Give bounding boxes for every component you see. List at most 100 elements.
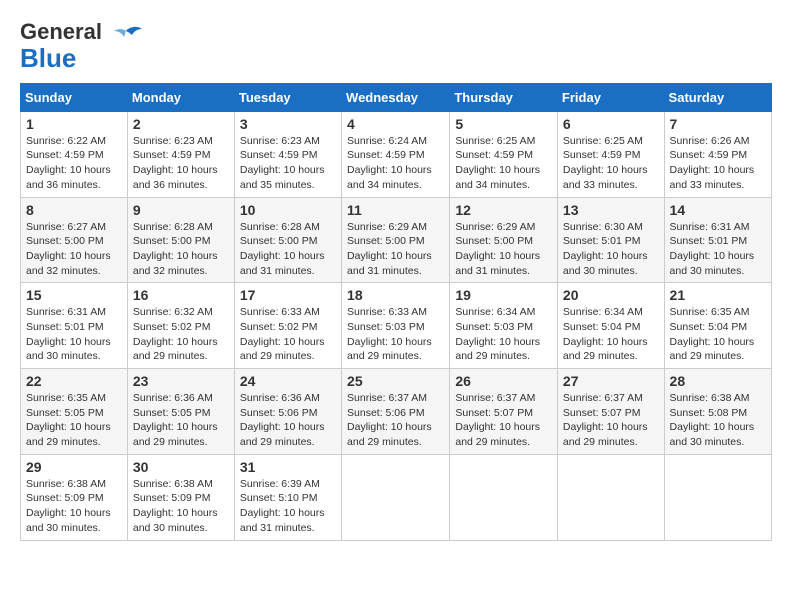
calendar-header-thursday: Thursday (450, 83, 558, 111)
day-number: 13 (563, 202, 659, 218)
calendar-cell: 15 Sunrise: 6:31 AMSunset: 5:01 PMDayligh… (21, 283, 128, 369)
calendar-cell: 25 Sunrise: 6:37 AMSunset: 5:06 PMDayligh… (342, 369, 450, 455)
day-number: 7 (670, 116, 766, 132)
day-number: 17 (240, 287, 336, 303)
calendar-cell: 17 Sunrise: 6:33 AMSunset: 5:02 PMDayligh… (234, 283, 341, 369)
calendar-header-saturday: Saturday (664, 83, 771, 111)
calendar-week-row: 29 Sunrise: 6:38 AMSunset: 5:09 PMDayligh… (21, 454, 772, 540)
calendar-cell: 3 Sunrise: 6:23 AMSunset: 4:59 PMDaylight… (234, 111, 341, 197)
day-info: Sunrise: 6:28 AMSunset: 5:00 PMDaylight:… (240, 220, 336, 279)
calendar-cell: 7 Sunrise: 6:26 AMSunset: 4:59 PMDaylight… (664, 111, 771, 197)
calendar-cell (557, 454, 664, 540)
day-info: Sunrise: 6:33 AMSunset: 5:02 PMDaylight:… (240, 305, 336, 364)
day-info: Sunrise: 6:29 AMSunset: 5:00 PMDaylight:… (455, 220, 552, 279)
day-info: Sunrise: 6:38 AMSunset: 5:09 PMDaylight:… (26, 477, 122, 536)
day-number: 1 (26, 116, 122, 132)
day-info: Sunrise: 6:32 AMSunset: 5:02 PMDaylight:… (133, 305, 229, 364)
day-number: 16 (133, 287, 229, 303)
calendar-cell: 30 Sunrise: 6:38 AMSunset: 5:09 PMDayligh… (127, 454, 234, 540)
calendar-cell: 16 Sunrise: 6:32 AMSunset: 5:02 PMDayligh… (127, 283, 234, 369)
calendar-cell: 22 Sunrise: 6:35 AMSunset: 5:05 PMDayligh… (21, 369, 128, 455)
calendar-cell: 14 Sunrise: 6:31 AMSunset: 5:01 PMDayligh… (664, 197, 771, 283)
day-number: 31 (240, 459, 336, 475)
calendar-cell: 6Sunrise: 6:25 AMSunset: 4:59 PMDaylight… (557, 111, 664, 197)
day-info: Sunrise: 6:31 AMSunset: 5:01 PMDaylight:… (670, 220, 766, 279)
day-number: 21 (670, 287, 766, 303)
day-number: 14 (670, 202, 766, 218)
day-number: 3 (240, 116, 336, 132)
day-number: 26 (455, 373, 552, 389)
day-info: Sunrise: 6:37 AMSunset: 5:07 PMDaylight:… (563, 391, 659, 450)
calendar-cell: 19 Sunrise: 6:34 AMSunset: 5:03 PMDayligh… (450, 283, 558, 369)
day-info: Sunrise: 6:28 AMSunset: 5:00 PMDaylight:… (133, 220, 229, 279)
day-info: Sunrise: 6:35 AMSunset: 5:05 PMDaylight:… (26, 391, 122, 450)
day-info: Sunrise: 6:25 AMSunset: 4:59 PMDaylight:… (563, 134, 659, 193)
day-number: 29 (26, 459, 122, 475)
day-number: 23 (133, 373, 229, 389)
day-number: 11 (347, 202, 444, 218)
day-info: Sunrise: 6:26 AMSunset: 4:59 PMDaylight:… (670, 134, 766, 193)
calendar-header-wednesday: Wednesday (342, 83, 450, 111)
day-info: Sunrise: 6:34 AMSunset: 5:03 PMDaylight:… (455, 305, 552, 364)
calendar-cell: 12 Sunrise: 6:29 AMSunset: 5:00 PMDayligh… (450, 197, 558, 283)
calendar-week-row: 8Sunrise: 6:27 AMSunset: 5:00 PMDaylight… (21, 197, 772, 283)
day-number: 27 (563, 373, 659, 389)
calendar-cell: 9 Sunrise: 6:28 AMSunset: 5:00 PMDaylight… (127, 197, 234, 283)
day-number: 5 (455, 116, 552, 132)
calendar-cell: 23 Sunrise: 6:36 AMSunset: 5:05 PMDayligh… (127, 369, 234, 455)
calendar-header-row: SundayMondayTuesdayWednesdayThursdayFrid… (21, 83, 772, 111)
calendar-cell: 4Sunrise: 6:24 AMSunset: 4:59 PMDaylight… (342, 111, 450, 197)
day-info: Sunrise: 6:31 AMSunset: 5:01 PMDaylight:… (26, 305, 122, 364)
calendar-cell: 2Sunrise: 6:23 AMSunset: 4:59 PMDaylight… (127, 111, 234, 197)
calendar-header-friday: Friday (557, 83, 664, 111)
calendar-cell (342, 454, 450, 540)
calendar-cell: 13Sunrise: 6:30 AMSunset: 5:01 PMDayligh… (557, 197, 664, 283)
day-number: 12 (455, 202, 552, 218)
day-number: 20 (563, 287, 659, 303)
calendar-header-tuesday: Tuesday (234, 83, 341, 111)
day-info: Sunrise: 6:29 AMSunset: 5:00 PMDaylight:… (347, 220, 444, 279)
calendar-cell: 20 Sunrise: 6:34 AMSunset: 5:04 PMDayligh… (557, 283, 664, 369)
calendar-cell: 27 Sunrise: 6:37 AMSunset: 5:07 PMDayligh… (557, 369, 664, 455)
calendar-cell: 29 Sunrise: 6:38 AMSunset: 5:09 PMDayligh… (21, 454, 128, 540)
day-info: Sunrise: 6:33 AMSunset: 5:03 PMDaylight:… (347, 305, 444, 364)
day-info: Sunrise: 6:34 AMSunset: 5:04 PMDaylight:… (563, 305, 659, 364)
day-info: Sunrise: 6:37 AMSunset: 5:07 PMDaylight:… (455, 391, 552, 450)
day-number: 22 (26, 373, 122, 389)
calendar-cell: 18Sunrise: 6:33 AMSunset: 5:03 PMDayligh… (342, 283, 450, 369)
logo: General Blue (20, 20, 144, 73)
calendar-week-row: 15 Sunrise: 6:31 AMSunset: 5:01 PMDayligh… (21, 283, 772, 369)
day-info: Sunrise: 6:37 AMSunset: 5:06 PMDaylight:… (347, 391, 444, 450)
day-info: Sunrise: 6:39 AMSunset: 5:10 PMDaylight:… (240, 477, 336, 536)
day-info: Sunrise: 6:36 AMSunset: 5:06 PMDaylight:… (240, 391, 336, 450)
day-number: 19 (455, 287, 552, 303)
calendar-cell: 26 Sunrise: 6:37 AMSunset: 5:07 PMDayligh… (450, 369, 558, 455)
calendar-header-monday: Monday (127, 83, 234, 111)
day-number: 2 (133, 116, 229, 132)
calendar-cell (664, 454, 771, 540)
calendar-week-row: 22 Sunrise: 6:35 AMSunset: 5:05 PMDayligh… (21, 369, 772, 455)
day-number: 30 (133, 459, 229, 475)
day-info: Sunrise: 6:27 AMSunset: 5:00 PMDaylight:… (26, 220, 122, 279)
day-info: Sunrise: 6:35 AMSunset: 5:04 PMDaylight:… (670, 305, 766, 364)
calendar-cell: 24 Sunrise: 6:36 AMSunset: 5:06 PMDayligh… (234, 369, 341, 455)
calendar-week-row: 1Sunrise: 6:22 AMSunset: 4:59 PMDaylight… (21, 111, 772, 197)
day-number: 24 (240, 373, 336, 389)
day-number: 25 (347, 373, 444, 389)
day-info: Sunrise: 6:23 AMSunset: 4:59 PMDaylight:… (240, 134, 336, 193)
calendar-cell (450, 454, 558, 540)
calendar-table: SundayMondayTuesdayWednesdayThursdayFrid… (20, 83, 772, 541)
day-info: Sunrise: 6:25 AMSunset: 4:59 PMDaylight:… (455, 134, 552, 193)
day-number: 28 (670, 373, 766, 389)
day-number: 9 (133, 202, 229, 218)
day-info: Sunrise: 6:38 AMSunset: 5:09 PMDaylight:… (133, 477, 229, 536)
page-header: General Blue (20, 20, 772, 73)
day-info: Sunrise: 6:38 AMSunset: 5:08 PMDaylight:… (670, 391, 766, 450)
calendar-header-sunday: Sunday (21, 83, 128, 111)
day-number: 15 (26, 287, 122, 303)
day-info: Sunrise: 6:36 AMSunset: 5:05 PMDaylight:… (133, 391, 229, 450)
calendar-cell: 10Sunrise: 6:28 AMSunset: 5:00 PMDayligh… (234, 197, 341, 283)
calendar-cell: 31 Sunrise: 6:39 AMSunset: 5:10 PMDayligh… (234, 454, 341, 540)
calendar-cell: 21 Sunrise: 6:35 AMSunset: 5:04 PMDayligh… (664, 283, 771, 369)
logo-bird-icon (108, 25, 144, 58)
